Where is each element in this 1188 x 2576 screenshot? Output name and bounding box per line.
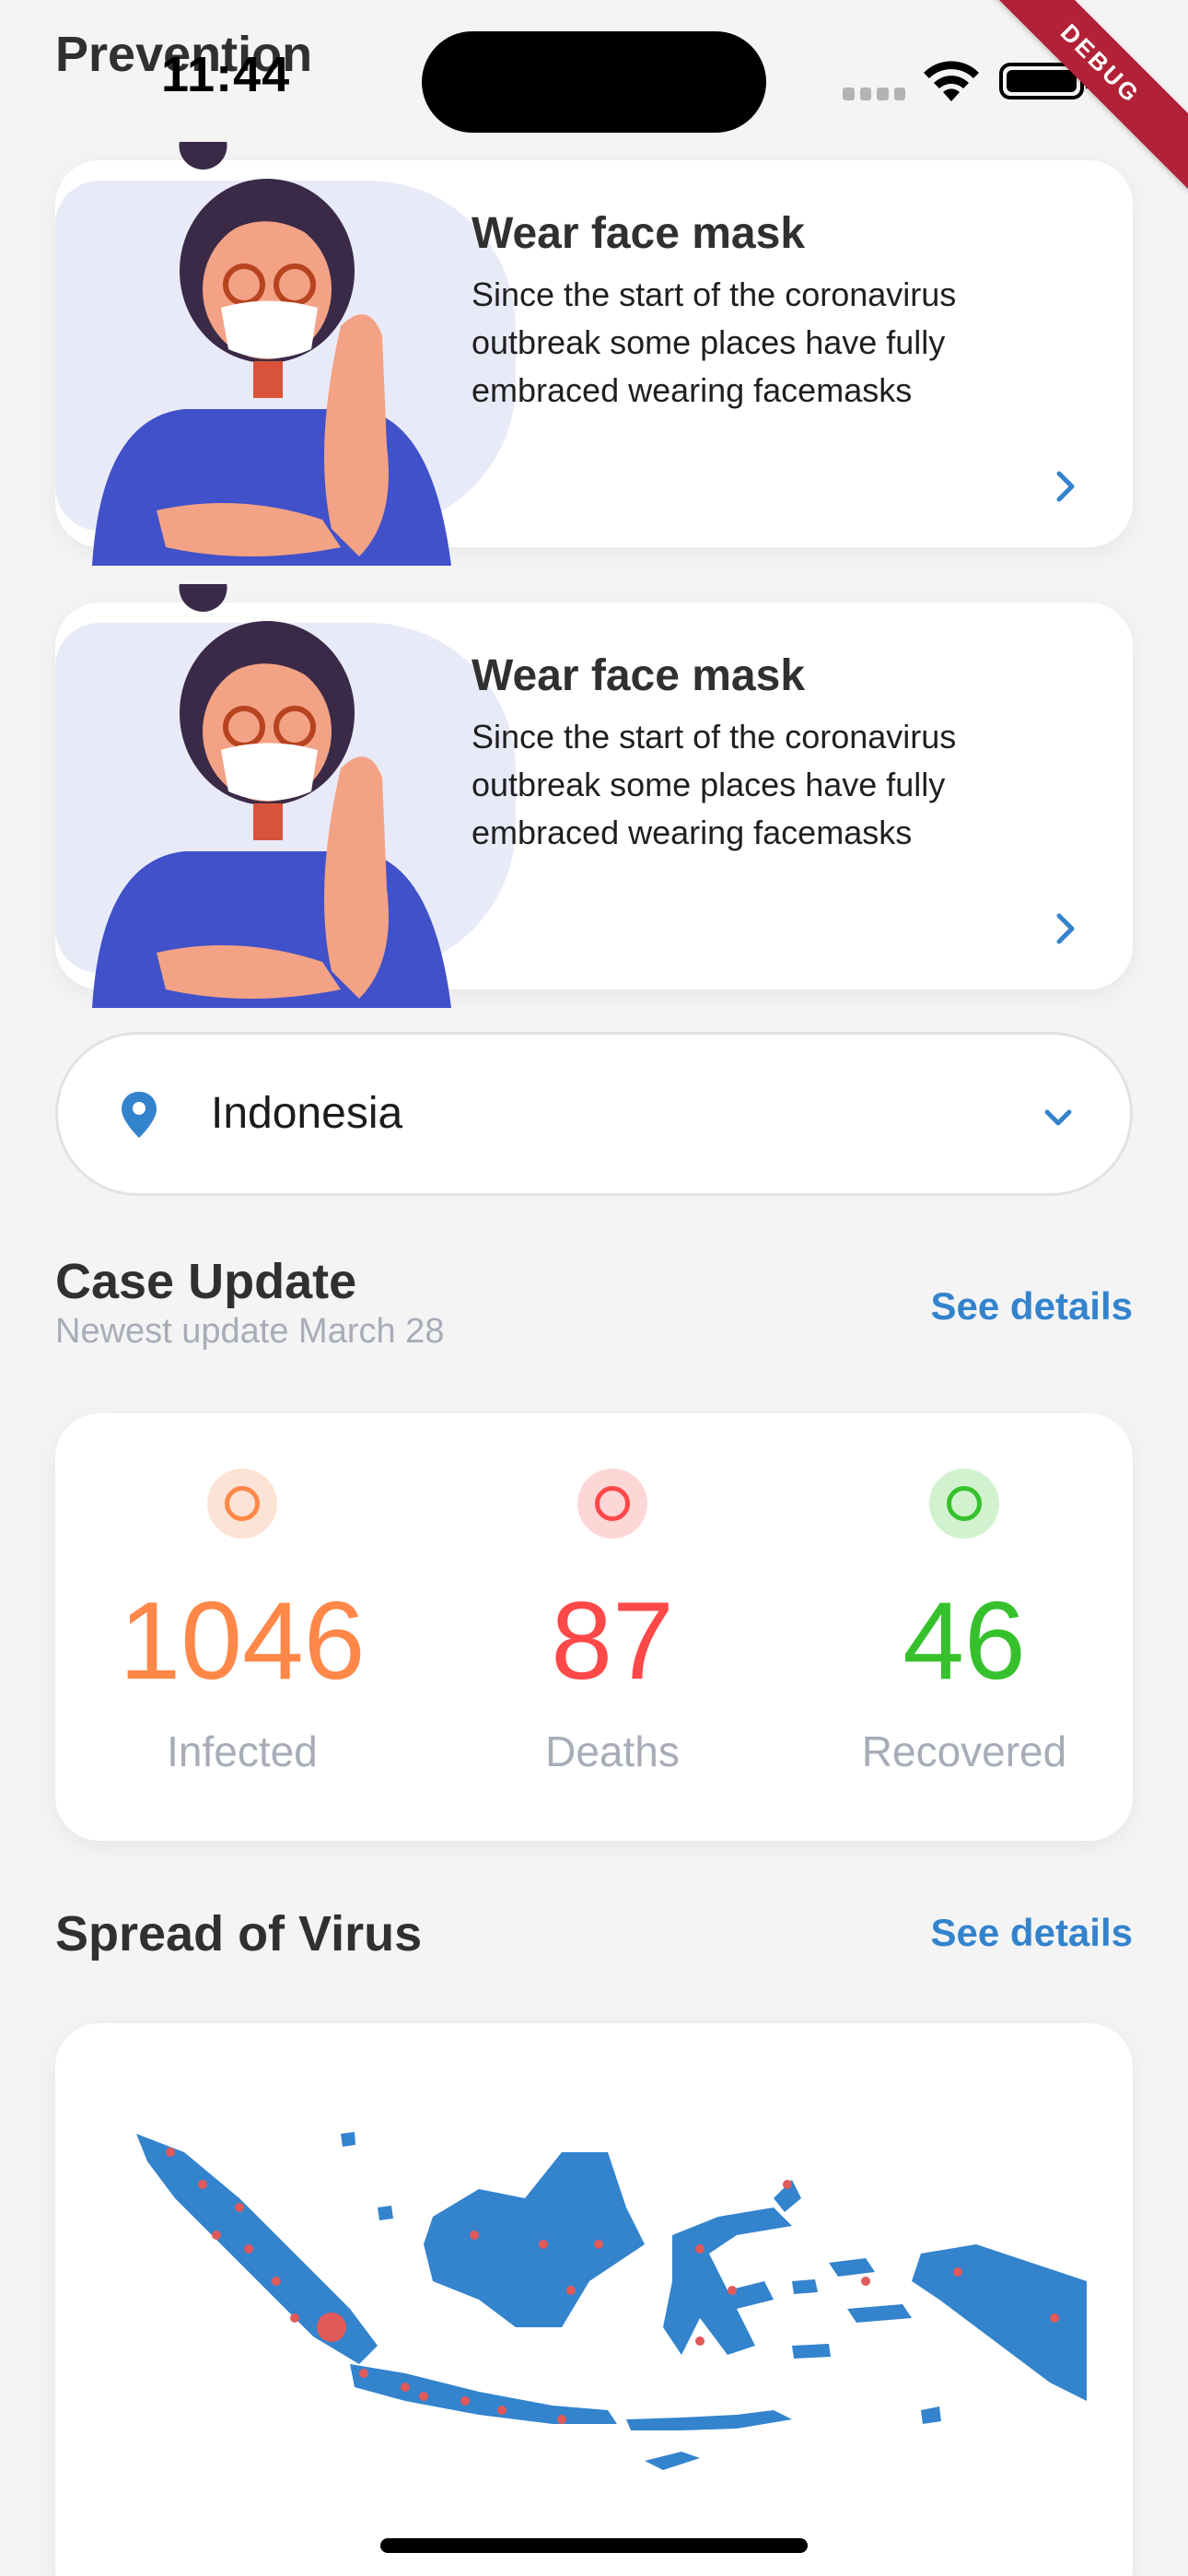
- recovered-label: Recovered: [861, 1727, 1067, 1775]
- status-time: 11:44: [161, 47, 291, 102]
- stat-deaths: 87 Deaths: [433, 1413, 792, 1841]
- stat-infected: 1046 Infected: [63, 1413, 422, 1841]
- spread-see-details-link[interactable]: See details: [931, 1911, 1133, 1955]
- card-title: Wear face mask: [472, 209, 806, 258]
- recovered-count: 46: [903, 1579, 1026, 1703]
- case-update-title: Case Update: [55, 1254, 357, 1309]
- prevention-card[interactable]: Wear face mask Since the start of the co…: [55, 142, 1133, 566]
- stat-recovered: 46 Recovered: [785, 1413, 1144, 1841]
- home-indicator[interactable]: [380, 2538, 808, 2553]
- deaths-label: Deaths: [545, 1727, 680, 1775]
- card-description: Since the start of the coronavirus outbr…: [472, 275, 957, 409]
- case-update-subtitle: Newest update March 28: [55, 1312, 445, 1351]
- chevron-down-icon: [1044, 1109, 1072, 1126]
- country-dropdown[interactable]: Indonesia: [55, 1032, 1133, 1196]
- case-stats-card: 1046 Infected 87 Deaths 46 Recovered: [55, 1413, 1133, 1841]
- deaths-count: 87: [551, 1579, 674, 1703]
- deaths-indicator-icon: [577, 1469, 647, 1539]
- infected-indicator-icon: [207, 1469, 277, 1539]
- chevron-right-icon[interactable]: [1048, 468, 1085, 505]
- country-selected-value: Indonesia: [211, 1089, 403, 1138]
- case-update-see-details-link[interactable]: See details: [931, 1284, 1133, 1329]
- dynamic-island: [422, 31, 766, 133]
- recovered-indicator-icon: [929, 1469, 999, 1539]
- spread-map-card: [55, 2023, 1133, 2576]
- location-pin-icon: [122, 1092, 157, 1138]
- infected-label: Infected: [167, 1727, 318, 1775]
- wifi-icon: [924, 61, 979, 101]
- card-title: Wear face mask: [472, 651, 806, 700]
- card-description: Since the start of the coronavirus outbr…: [472, 718, 957, 851]
- chevron-right-icon[interactable]: [1048, 910, 1085, 947]
- infected-count: 1046: [119, 1579, 366, 1703]
- indonesia-map: [136, 2132, 1087, 2470]
- spread-of-virus-title: Spread of Virus: [55, 1906, 423, 1961]
- cellular-signal-icon: [843, 88, 905, 100]
- prevention-card[interactable]: Wear face mask Since the start of the co…: [55, 584, 1133, 1008]
